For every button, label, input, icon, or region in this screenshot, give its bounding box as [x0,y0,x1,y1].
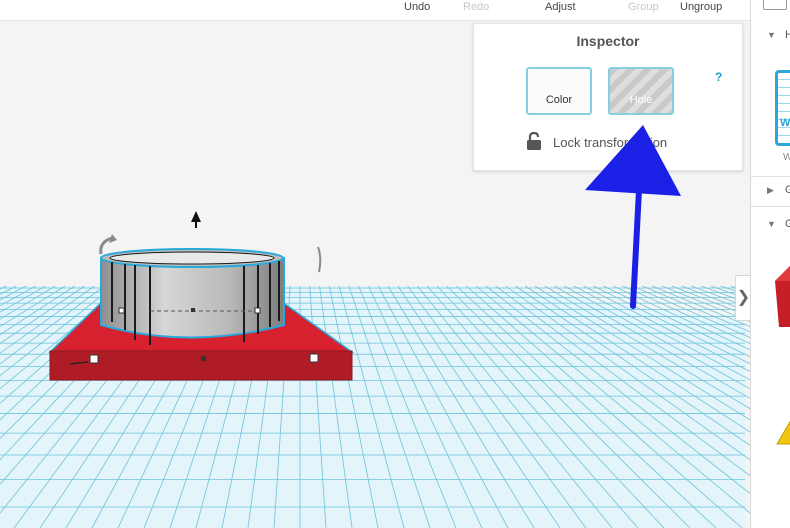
chevron-down-icon[interactable]: ▼ [767,30,776,40]
rotate-handle-icon[interactable] [317,246,322,273]
slotted-cylinder[interactable] [100,248,285,345]
help-link[interactable]: ? [715,70,722,84]
redo-button[interactable]: Redo [463,1,489,13]
inspector-title: Inspector [576,33,640,49]
group-button[interactable]: Group [628,1,659,13]
panel-collapse-button[interactable]: ❯ [735,275,751,321]
panel-section-label[interactable]: G [785,184,790,196]
shapes-panel: ▼ H W W ▶ G ▼ G [750,0,790,528]
ungroup-button[interactable]: Ungroup [680,1,722,13]
inspector-panel: Inspector Color Hole ? Lock transformati… [473,23,743,171]
chevron-down-icon[interactable]: ▼ [767,219,776,229]
lock-icon[interactable] [526,132,542,150]
thumbnail-caption: W [783,152,790,163]
color-label: Color [545,94,573,106]
hole-label: Hole [629,94,653,106]
panel-tool-icon[interactable] [763,0,787,10]
box-shape-thumbnail[interactable] [773,255,790,335]
resize-handle[interactable] [309,353,319,363]
top-toolbar: Undo Redo Adjust Group Ungroup [0,0,750,21]
adjust-button[interactable]: Adjust [545,1,576,13]
panel-section-label[interactable]: G [785,218,790,230]
resize-handle[interactable] [89,354,99,364]
color-button[interactable]: Color [526,67,592,115]
panel-section-label[interactable]: H [785,29,790,41]
chevron-right-icon: ❯ [736,289,751,306]
pyramid-shape-thumbnail[interactable] [775,418,790,448]
undo-button[interactable]: Undo [404,1,430,13]
resize-handle[interactable] [201,356,206,361]
hole-button[interactable]: Hole [608,67,674,115]
lock-transformation-label: Lock transformation [553,135,668,150]
chevron-right-icon[interactable]: ▶ [767,185,774,196]
workplane-shape-thumbnail[interactable]: W [775,70,790,146]
move-up-icon[interactable] [191,211,201,228]
